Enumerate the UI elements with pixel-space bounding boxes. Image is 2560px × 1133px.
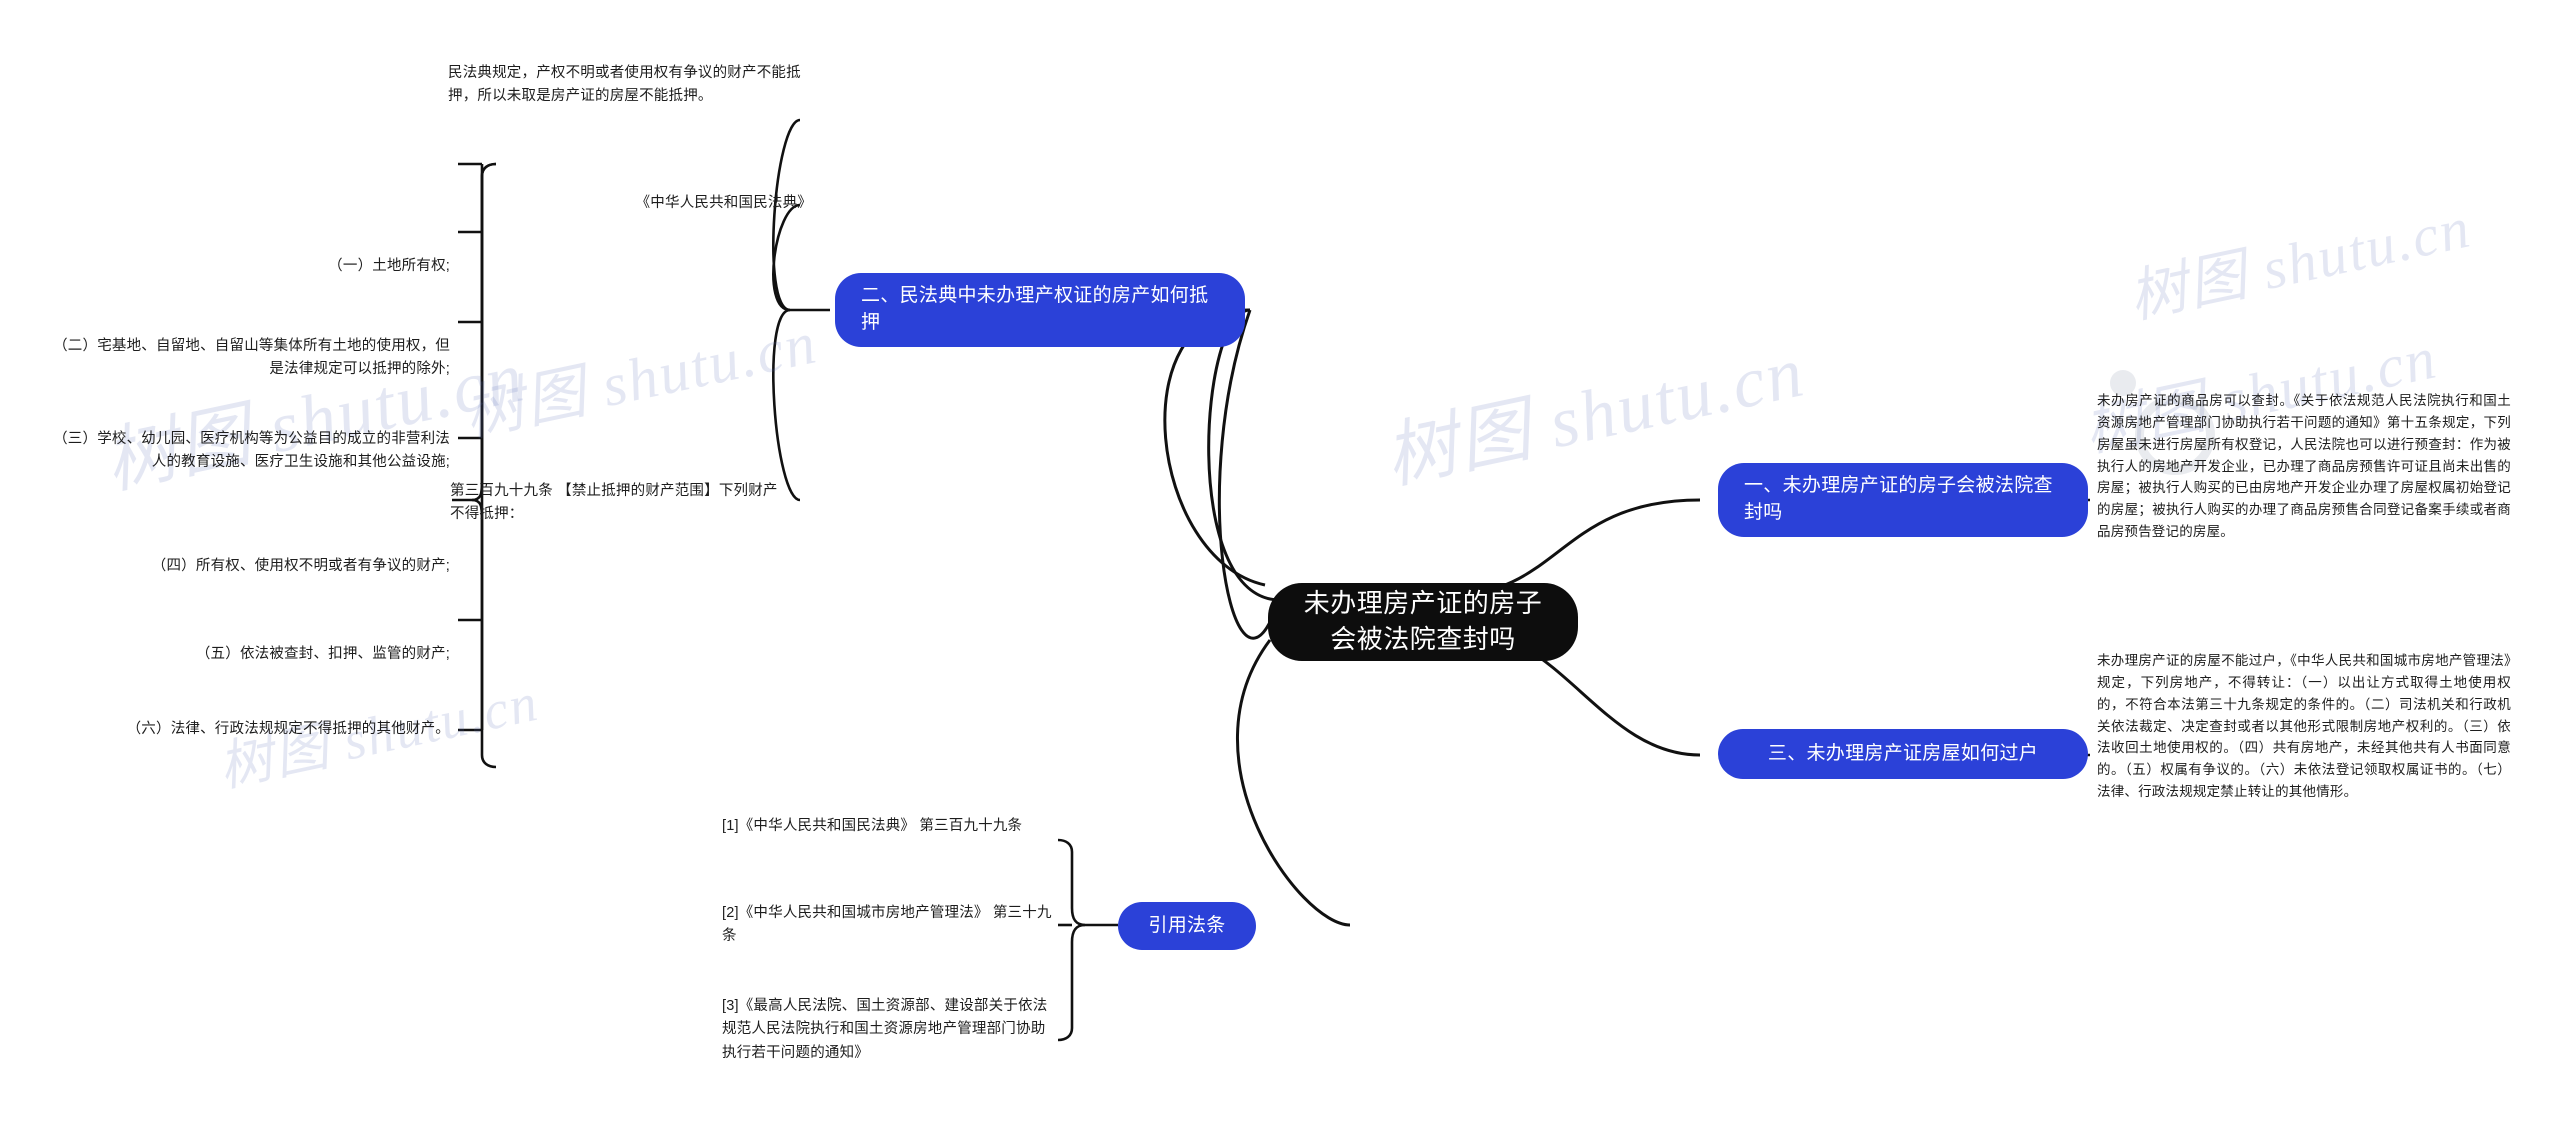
leaf-citation-1: [1]《中华人民共和国民法典》 第三百九十九条 xyxy=(722,818,1023,834)
leaf-article-item-5: （五）依法被查封、扣押、监管的财产; xyxy=(195,646,450,662)
leaf-branch3-detail: 未办理房产证的房屋不能过户，《中华人民共和国城市房地产管理法》规定，下列房地产，… xyxy=(2097,653,2511,800)
leaf-article-item-1: （一）土地所有权; xyxy=(328,258,450,274)
branch-node-citations-label: 引用法条 xyxy=(1148,914,1226,936)
branch-node-citations[interactable]: 引用法条 xyxy=(1118,902,1256,950)
branch-node-1-label: 一、未办理房产证的房子会被法院查封吗 xyxy=(1744,475,2053,523)
leaf-branch2-summary: 民法典规定，产权不明或者使用权有争议的财产不能抵押，所以未取是房产证的房屋不能抵… xyxy=(448,65,801,105)
branch-node-3[interactable]: 三、未办理房产证房屋如何过户 xyxy=(1718,729,2088,779)
leaf-article-item-2: （二）宅基地、自留地、自留山等集体所有土地的使用权，但是法律规定可以抵押的除外; xyxy=(53,338,450,378)
root-node[interactable]: 未办理房产证的房子会被法院查封吗 xyxy=(1268,583,1578,661)
leaf-branch2-law-title: 《中华人民共和国民法典》 xyxy=(635,195,812,211)
leaf-branch2-article-title: 第三百九十九条 【禁止抵押的财产范围】下列财产不得抵押： xyxy=(450,483,778,523)
branch-node-2-label: 二、民法典中未办理产权证的房产如何抵押 xyxy=(861,285,1209,333)
branch-node-3-label: 三、未办理房产证房屋如何过户 xyxy=(1767,742,2039,764)
leaf-citation-2: [2]《中华人民共和国城市房地产管理法》 第三十九条 xyxy=(722,905,1052,945)
branch-node-2[interactable]: 二、民法典中未办理产权证的房产如何抵押 xyxy=(835,273,1245,347)
watermark: 树图 shutu.cn xyxy=(458,309,823,449)
leaf-branch1-detail: 未办房产证的商品房可以查封。《关于依法规范人民法院执行和国土资源房地产管理部门协… xyxy=(2097,393,2511,540)
leaf-article-item-6: （六）法律、行政法规规定不得抵押的其他财产。 xyxy=(126,721,450,737)
mindmap-canvas: 树图 shutu.cn 树图 shutu.cn 树图 shutu.cn 树图 s… xyxy=(0,0,2560,1133)
leaf-article-item-4: （四）所有权、使用权不明或者有争议的财产; xyxy=(151,558,450,574)
leaf-article-item-3: （三）学校、幼儿园、医疗机构等为公益目的成立的非营利法人的教育设施、医疗卫生设施… xyxy=(53,431,450,471)
leaf-citation-3: [3]《最高人民法院、国土资源部、建设部关于依法规范人民法院执行和国土资源房地产… xyxy=(722,998,1048,1061)
root-node-label: 未办理房产证的房子会被法院查封吗 xyxy=(1303,588,1543,654)
watermark: 树图 shutu.cn xyxy=(2123,194,2477,331)
branch-node-1[interactable]: 一、未办理房产证的房子会被法院查封吗 xyxy=(1718,463,2088,537)
